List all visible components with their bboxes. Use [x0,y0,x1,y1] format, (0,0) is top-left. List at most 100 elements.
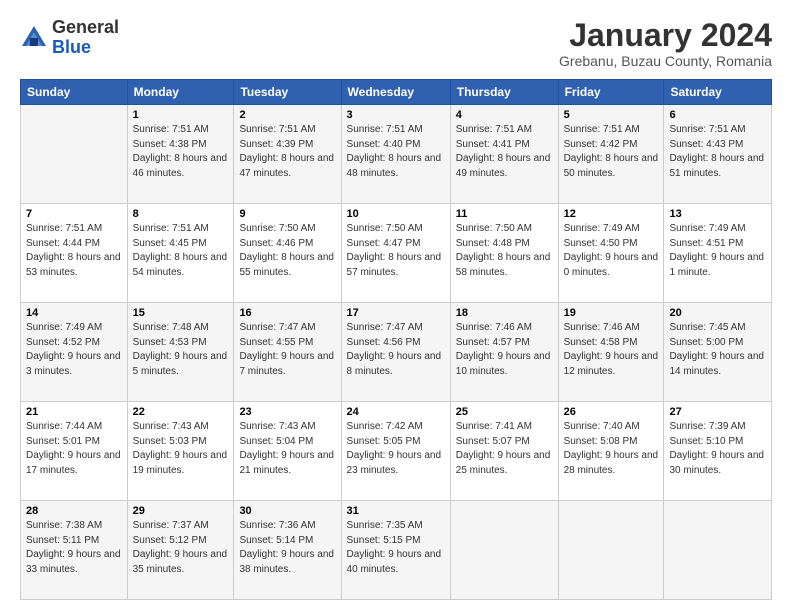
day-number: 1 [133,109,229,121]
day-info: Sunrise: 7:49 AMSunset: 4:52 PMDaylight:… [26,321,122,379]
calendar-cell: 28 Sunrise: 7:38 AMSunset: 5:11 PMDayligh… [21,501,128,600]
calendar-cell: 14Sunrise: 7:49 AMSunset: 4:52 PMDayligh… [21,303,128,402]
day-number: 23 [239,406,335,418]
day-number: 6 [669,109,766,121]
calendar-cell: 31Sunrise: 7:35 AMSunset: 5:15 PMDayligh… [341,501,450,600]
calendar-cell: 23 Sunrise: 7:43 AMSunset: 5:04 PMDayligh… [234,402,341,501]
day-info: Sunrise: 7:46 AMSunset: 4:58 PMDaylight:… [564,321,659,379]
calendar-week-1: 1 Sunrise: 7:51 AMSunset: 4:38 PMDaylight… [21,105,772,204]
col-thursday: Thursday [450,80,558,105]
calendar-cell [450,501,558,600]
header: General Blue January 2024 Grebanu, Buzau… [20,18,772,69]
day-number: 10 [347,208,445,220]
day-number: 24 [347,406,445,418]
calendar-cell: 30 Sunrise: 7:36 AMSunset: 5:14 PMDayligh… [234,501,341,600]
calendar-cell: 20Sunrise: 7:45 AMSunset: 5:00 PMDayligh… [664,303,772,402]
day-info: Sunrise: 7:45 AMSunset: 5:00 PMDaylight:… [669,321,766,379]
day-info: Sunrise: 7:51 AMSunset: 4:39 PMDaylight:… [239,123,335,181]
calendar-cell: 6 Sunrise: 7:51 AMSunset: 4:43 PMDaylight… [664,105,772,204]
calendar-cell: 25Sunrise: 7:41 AMSunset: 5:07 PMDayligh… [450,402,558,501]
day-number: 18 [456,307,553,319]
day-info: Sunrise: 7:42 AMSunset: 5:05 PMDaylight:… [347,420,445,478]
day-number: 28 [26,505,122,517]
day-info: Sunrise: 7:48 AMSunset: 4:53 PMDaylight:… [133,321,229,379]
day-info: Sunrise: 7:36 AMSunset: 5:14 PMDaylight:… [239,519,335,577]
calendar-cell: 26Sunrise: 7:40 AMSunset: 5:08 PMDayligh… [558,402,664,501]
day-info: Sunrise: 7:39 AMSunset: 5:10 PMDaylight:… [669,420,766,478]
calendar-table: Sunday Monday Tuesday Wednesday Thursday… [20,79,772,600]
col-wednesday: Wednesday [341,80,450,105]
day-info: Sunrise: 7:50 AMSunset: 4:48 PMDaylight:… [456,222,553,280]
day-info: Sunrise: 7:40 AMSunset: 5:08 PMDaylight:… [564,420,659,478]
day-info: Sunrise: 7:47 AMSunset: 4:55 PMDaylight:… [239,321,335,379]
day-number: 3 [347,109,445,121]
day-number: 22 [133,406,229,418]
calendar-cell: 19 Sunrise: 7:46 AMSunset: 4:58 PMDayligh… [558,303,664,402]
calendar-cell: 18Sunrise: 7:46 AMSunset: 4:57 PMDayligh… [450,303,558,402]
calendar-cell: 5 Sunrise: 7:51 AMSunset: 4:42 PMDaylight… [558,105,664,204]
day-number: 21 [26,406,122,418]
col-saturday: Saturday [664,80,772,105]
day-info: Sunrise: 7:51 AMSunset: 4:38 PMDaylight:… [133,123,229,181]
day-info: Sunrise: 7:37 AMSunset: 5:12 PMDaylight:… [133,519,229,577]
day-info: Sunrise: 7:49 AMSunset: 4:51 PMDaylight:… [669,222,766,280]
day-number: 7 [26,208,122,220]
month-title: January 2024 [559,18,772,53]
day-info: Sunrise: 7:50 AMSunset: 4:47 PMDaylight:… [347,222,445,280]
day-number: 16 [239,307,335,319]
calendar-cell: 13 Sunrise: 7:49 AMSunset: 4:51 PMDayligh… [664,204,772,303]
calendar-cell [558,501,664,600]
calendar-page: General Blue January 2024 Grebanu, Buzau… [0,0,792,612]
location: Grebanu, Buzau County, Romania [559,53,772,69]
logo-blue-text: Blue [52,38,119,58]
day-info: Sunrise: 7:51 AMSunset: 4:43 PMDaylight:… [669,123,766,181]
day-info: Sunrise: 7:51 AMSunset: 4:42 PMDaylight:… [564,123,659,181]
day-info: Sunrise: 7:51 AMSunset: 4:40 PMDaylight:… [347,123,445,181]
calendar-cell: 12 Sunrise: 7:49 AMSunset: 4:50 PMDayligh… [558,204,664,303]
logo-icon [20,24,48,52]
logo-text: General Blue [52,18,119,58]
day-info: Sunrise: 7:41 AMSunset: 5:07 PMDaylight:… [456,420,553,478]
day-number: 2 [239,109,335,121]
day-info: Sunrise: 7:51 AMSunset: 4:44 PMDaylight:… [26,222,122,280]
day-number: 9 [239,208,335,220]
calendar-cell: 3 Sunrise: 7:51 AMSunset: 4:40 PMDaylight… [341,105,450,204]
calendar-cell: 4Sunrise: 7:51 AMSunset: 4:41 PMDaylight… [450,105,558,204]
day-number: 8 [133,208,229,220]
calendar-cell: 7 Sunrise: 7:51 AMSunset: 4:44 PMDaylight… [21,204,128,303]
logo-general-text: General [52,18,119,38]
col-friday: Friday [558,80,664,105]
day-number: 30 [239,505,335,517]
day-info: Sunrise: 7:49 AMSunset: 4:50 PMDaylight:… [564,222,659,280]
day-info: Sunrise: 7:43 AMSunset: 5:04 PMDaylight:… [239,420,335,478]
day-number: 17 [347,307,445,319]
calendar-cell: 27Sunrise: 7:39 AMSunset: 5:10 PMDayligh… [664,402,772,501]
calendar-cell: 15 Sunrise: 7:48 AMSunset: 4:53 PMDayligh… [127,303,234,402]
day-info: Sunrise: 7:43 AMSunset: 5:03 PMDaylight:… [133,420,229,478]
calendar-cell [664,501,772,600]
day-number: 19 [564,307,659,319]
day-number: 12 [564,208,659,220]
day-number: 29 [133,505,229,517]
calendar-week-3: 14Sunrise: 7:49 AMSunset: 4:52 PMDayligh… [21,303,772,402]
calendar-cell: 1 Sunrise: 7:51 AMSunset: 4:38 PMDaylight… [127,105,234,204]
title-block: January 2024 Grebanu, Buzau County, Roma… [559,18,772,69]
day-info: Sunrise: 7:38 AMSunset: 5:11 PMDaylight:… [26,519,122,577]
calendar-cell: 2 Sunrise: 7:51 AMSunset: 4:39 PMDaylight… [234,105,341,204]
day-info: Sunrise: 7:44 AMSunset: 5:01 PMDaylight:… [26,420,122,478]
logo: General Blue [20,18,119,58]
day-info: Sunrise: 7:47 AMSunset: 4:56 PMDaylight:… [347,321,445,379]
day-number: 4 [456,109,553,121]
calendar-cell: 21 Sunrise: 7:44 AMSunset: 5:01 PMDayligh… [21,402,128,501]
calendar-cell: 10 Sunrise: 7:50 AMSunset: 4:47 PMDayligh… [341,204,450,303]
day-number: 15 [133,307,229,319]
calendar-cell: 24 Sunrise: 7:42 AMSunset: 5:05 PMDayligh… [341,402,450,501]
day-number: 13 [669,208,766,220]
day-number: 31 [347,505,445,517]
day-info: Sunrise: 7:51 AMSunset: 4:45 PMDaylight:… [133,222,229,280]
day-info: Sunrise: 7:50 AMSunset: 4:46 PMDaylight:… [239,222,335,280]
calendar-cell: 22 Sunrise: 7:43 AMSunset: 5:03 PMDayligh… [127,402,234,501]
day-number: 5 [564,109,659,121]
calendar-cell: 11Sunrise: 7:50 AMSunset: 4:48 PMDayligh… [450,204,558,303]
col-sunday: Sunday [21,80,128,105]
